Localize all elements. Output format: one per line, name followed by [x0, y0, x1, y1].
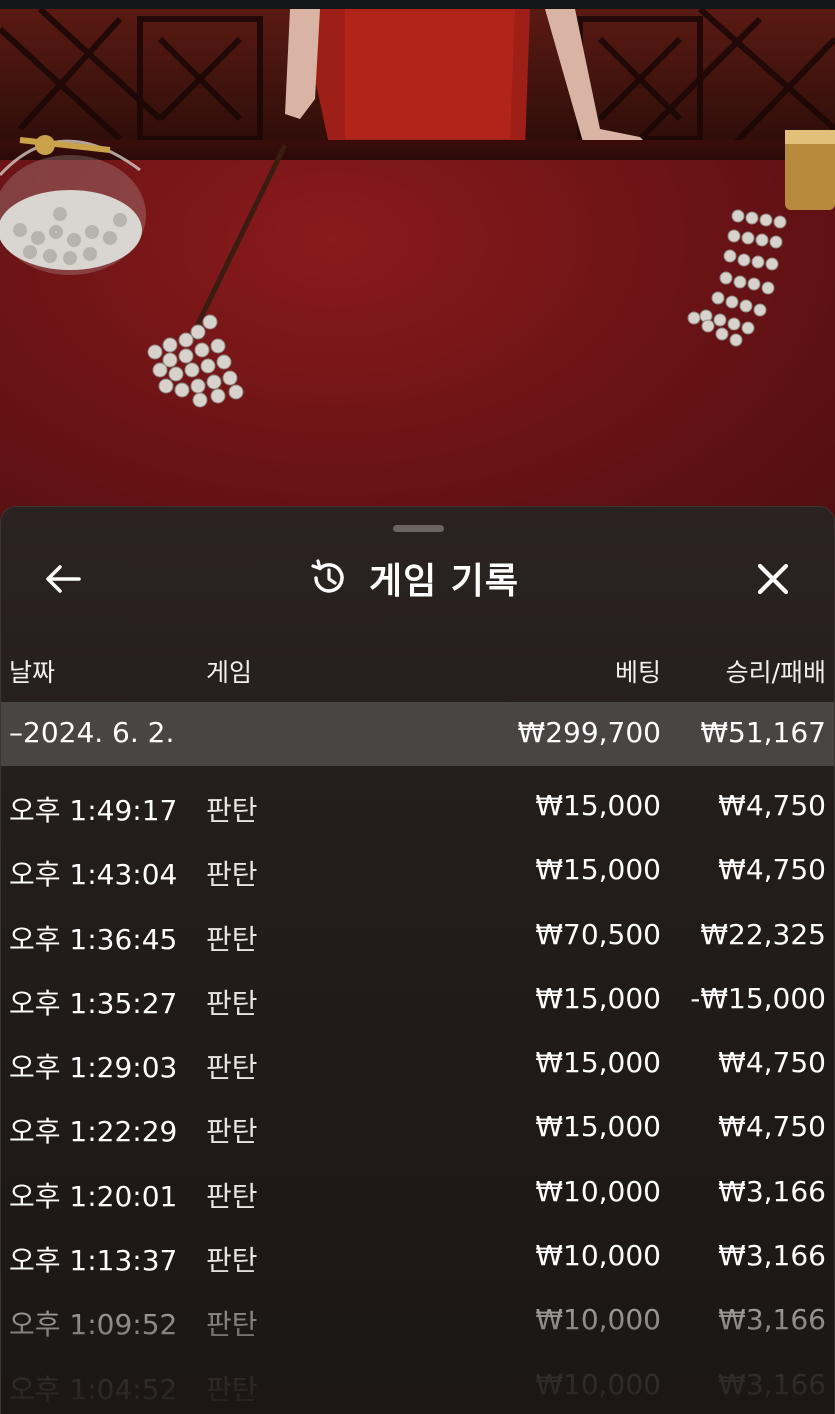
- row-time: 오후 1:20:01: [9, 1179, 178, 1213]
- history-icon: [307, 556, 351, 600]
- row-result: ₩3,166: [718, 1303, 826, 1337]
- row-bet: ₩15,000: [535, 1046, 661, 1080]
- row-bet: ₩15,000: [535, 789, 661, 822]
- row-time: 오후 1:29:03: [9, 1051, 178, 1085]
- row-bet: ₩10,000: [535, 1367, 661, 1401]
- row-game: 판탄: [206, 922, 258, 956]
- table-row[interactable]: 오후 1:35:27 판탄 ₩15,000 -₩15,000: [1, 964, 834, 1028]
- row-game: 판탄: [206, 1179, 258, 1213]
- table-row[interactable]: 오후 1:29:03 판탄 ₩15,000 ₩4,750: [1, 1028, 834, 1092]
- row-result: ₩3,166: [718, 1367, 826, 1401]
- title-group: 게임 기록: [307, 553, 519, 603]
- row-time: 오후 1:09:52: [9, 1308, 178, 1342]
- row-time: 오후 1:35:27: [9, 986, 178, 1020]
- row-result: ₩4,750: [718, 853, 826, 887]
- table-header: 날짜 게임 베팅 승리/패배: [1, 641, 834, 697]
- table-scene: [0, 130, 835, 408]
- row-bet: ₩15,000: [535, 981, 661, 1015]
- row-result: ₩4,750: [718, 1046, 826, 1080]
- arrow-left-icon: [46, 565, 81, 593]
- column-header-date: 날짜: [9, 658, 56, 687]
- live-video-feed: [0, 0, 835, 560]
- row-time: 오후 1:13:37: [9, 1244, 178, 1278]
- table-row[interactable]: 오후 1:49:17 판탄 ₩15,000 ₩4,750: [1, 771, 834, 835]
- row-bet: ₩10,000: [535, 1174, 661, 1208]
- row-time: 오후 1:43:04: [9, 858, 178, 892]
- drag-handle[interactable]: [393, 525, 444, 532]
- row-game: 판탄: [206, 1051, 258, 1085]
- row-result: ₩4,750: [718, 1110, 826, 1144]
- history-rows: 오후 1:49:17 판탄 ₩15,000 ₩4,750 오후 1:43:04 …: [1, 771, 834, 1414]
- row-time: 오후 1:04:52: [9, 1372, 178, 1406]
- table-row[interactable]: 오후 1:20:01 판탄 ₩10,000 ₩3,166: [1, 1157, 834, 1221]
- date-group-row[interactable]: –2024. 6. 2. ₩299,700 ₩51,167: [1, 702, 834, 766]
- row-time: 오후 1:49:17: [9, 794, 178, 827]
- column-header-game: 게임: [206, 658, 253, 687]
- table-row[interactable]: 오후 1:09:52 판탄 ₩10,000 ₩3,166: [1, 1285, 834, 1349]
- row-result: ₩22,325: [700, 917, 826, 951]
- table-row[interactable]: 오후 1:43:04 판탄 ₩15,000 ₩4,750: [1, 835, 834, 899]
- table-row[interactable]: 오후 1:22:29 판탄 ₩15,000 ₩4,750: [1, 1092, 834, 1156]
- column-header-win-loss: 승리/패배: [725, 658, 826, 687]
- row-result: ₩3,166: [718, 1174, 826, 1208]
- row-bet: ₩70,500: [535, 917, 661, 951]
- row-time: 오후 1:36:45: [9, 922, 178, 956]
- table-row[interactable]: 오후 1:36:45 판탄 ₩70,500 ₩22,325: [1, 900, 834, 964]
- row-game: 판탄: [206, 1308, 258, 1342]
- column-header-bet: 베팅: [614, 658, 661, 687]
- group-date: –2024. 6. 2.: [9, 716, 175, 749]
- game-history-sheet: 게임 기록 날짜 게임 베팅 승리/패배 –2024. 6. 2. ₩299,7…: [0, 506, 835, 1414]
- row-game: 판탄: [206, 858, 258, 892]
- group-total-bet: ₩299,700: [517, 716, 661, 749]
- row-game: 판탄: [206, 1115, 258, 1149]
- page-title: 게임 기록: [369, 561, 520, 602]
- close-icon: [757, 563, 789, 595]
- row-result: -₩15,000: [690, 981, 826, 1015]
- row-game: 판탄: [206, 1244, 258, 1278]
- row-bet: ₩15,000: [535, 853, 661, 887]
- row-time: 오후 1:22:29: [9, 1115, 178, 1149]
- row-bet: ₩15,000: [535, 1110, 661, 1144]
- row-game: 판탄: [206, 1372, 258, 1406]
- back-button[interactable]: [41, 559, 85, 599]
- row-result: ₩4,750: [718, 789, 826, 822]
- row-bet: ₩10,000: [535, 1239, 661, 1273]
- table-row[interactable]: 오후 1:13:37 판탄 ₩10,000 ₩3,166: [1, 1221, 834, 1285]
- group-total-result: ₩51,167: [700, 716, 826, 749]
- row-bet: ₩10,000: [535, 1303, 661, 1337]
- close-button[interactable]: [749, 557, 797, 601]
- sheet-header: 게임 기록: [1, 545, 834, 611]
- row-game: 판탄: [206, 986, 258, 1020]
- table-row[interactable]: 오후 1:04:52 판탄 ₩10,000 ₩3,166: [1, 1350, 834, 1414]
- row-result: ₩3,166: [718, 1239, 826, 1273]
- row-game: 판탄: [206, 794, 258, 827]
